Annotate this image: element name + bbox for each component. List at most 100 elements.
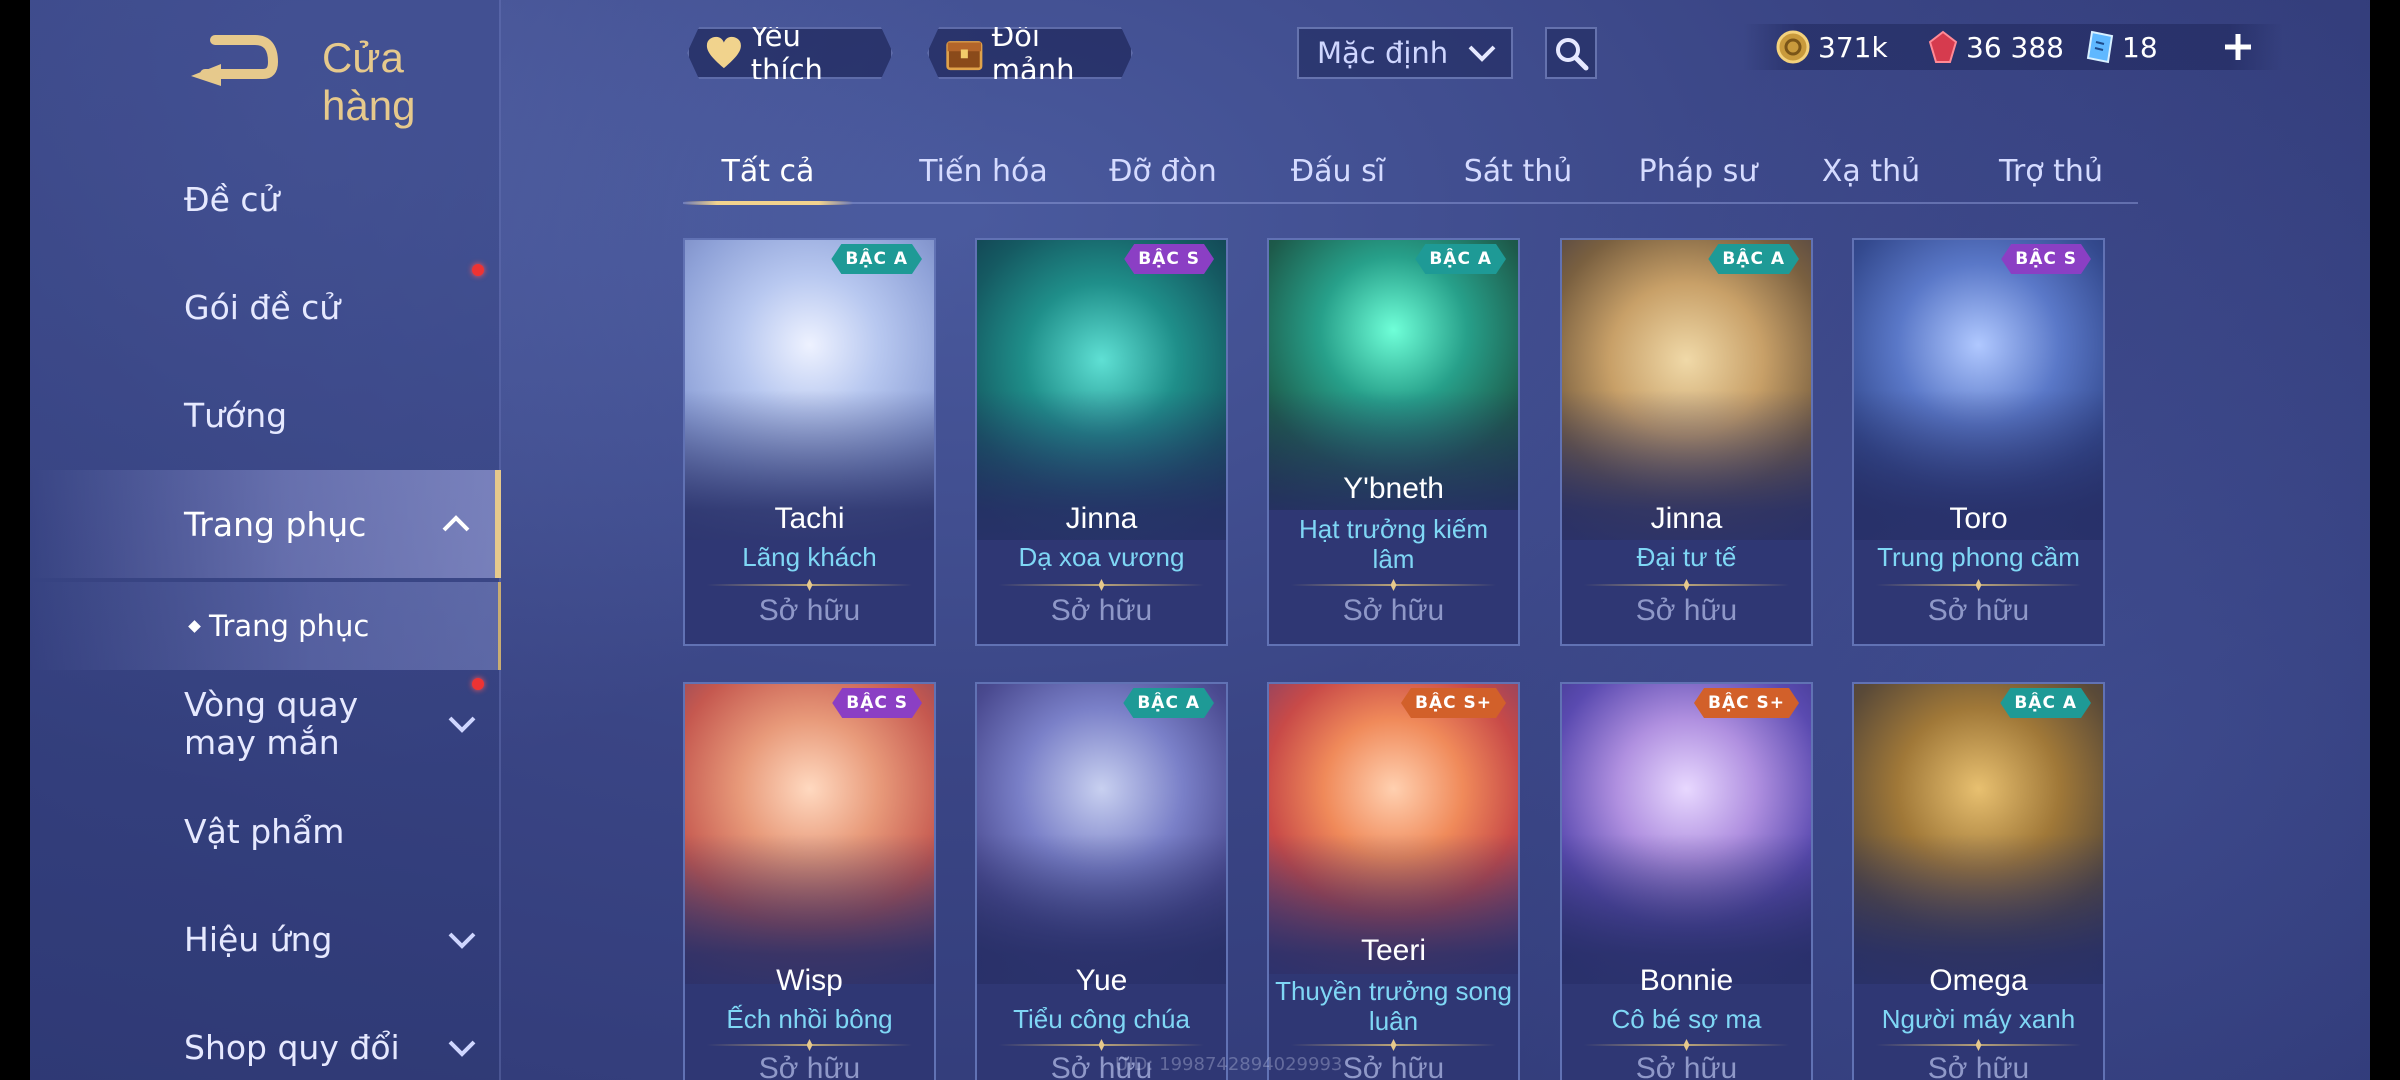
tab-all[interactable]: Tất cả	[683, 140, 853, 205]
skin-name: Hạt trưởng kiếm lâm	[1298, 514, 1489, 574]
skin-card[interactable]: BẬC S+ Teeri Thuyền trưởng song luân Sở …	[1267, 682, 1520, 1080]
sidebar-item-effects[interactable]: Hiệu ứng	[30, 892, 501, 987]
favorites-button[interactable]: Yêu thích	[687, 27, 893, 79]
favorites-label: Yêu thích	[750, 19, 823, 87]
skin-card[interactable]: BẬC S+ Bonnie Cô bé sợ ma Sở hữu	[1560, 682, 1813, 1080]
search-icon	[1556, 38, 1589, 71]
sidebar-item-label: Shop quy đổi	[184, 1028, 400, 1067]
currency-bar: 371k 36 388 18	[1743, 24, 2283, 70]
tab-label: Đấu sĩ	[1290, 153, 1386, 189]
tier-badge: BẬC A	[1123, 688, 1214, 718]
sidebar-item-exchange-shop[interactable]: Shop quy đổi	[30, 1000, 501, 1080]
tab-evolution[interactable]: Tiến hóa	[896, 140, 1071, 202]
sort-dropdown[interactable]: Mặc định	[1297, 27, 1513, 79]
owned-status: Sở hữu	[1635, 1052, 1738, 1080]
ruby-balance: 36 388	[1928, 24, 2064, 70]
owned-status: Sở hữu	[1635, 594, 1738, 627]
voucher-value: 18	[2122, 30, 2158, 64]
skin-name: Dạ xoa vương	[1018, 542, 1185, 572]
sidebar: Cửa hàng Đề cử Gói đề cử Tướng Trang phụ…	[30, 0, 501, 1080]
tier-badge: BẬC S+	[1401, 688, 1506, 718]
skin-card[interactable]: BẬC S Toro Trung phong cầm Sở hữu	[1852, 238, 2105, 646]
plus-icon	[2225, 34, 2251, 60]
add-currency-button[interactable]	[2215, 24, 2261, 70]
skin-card[interactable]: BẬC S Wisp Ếch nhồi bông Sở hữu	[683, 682, 936, 1080]
exchange-fragments-button[interactable]: Đổi mảnh	[927, 27, 1133, 79]
sidebar-item-label: Đề cử	[184, 180, 280, 219]
sidebar-item-label: Trang phục	[184, 504, 367, 544]
gold-value: 371k	[1818, 30, 1888, 64]
tab-tank[interactable]: Đỡ đòn	[1078, 140, 1248, 202]
hero-name: Wisp	[776, 964, 843, 997]
owned-status: Sở hữu	[1927, 1052, 2030, 1080]
page-title: Cửa hàng	[322, 34, 416, 129]
tab-label: Pháp sư	[1638, 153, 1758, 189]
gold-balance: 371k	[1776, 24, 1888, 70]
ruby-value: 36 388	[1966, 30, 2064, 64]
skin-card[interactable]: BẬC A Yue Tiểu công chúa Sở hữu	[975, 682, 1228, 1080]
tier-badge: BẬC A	[831, 244, 922, 274]
tier-badge: BẬC S	[832, 688, 922, 718]
chevron-down-icon	[1468, 45, 1496, 62]
hero-name: Yue	[1075, 964, 1128, 997]
owned-status: Sở hữu	[1927, 594, 2030, 627]
skin-name: Thuyền trưởng song luân	[1275, 976, 1512, 1036]
sidebar-item-featured-packs[interactable]: Gói đề cử	[30, 260, 501, 355]
hero-name: Jinna	[1065, 502, 1138, 535]
skin-name: Cô bé sợ ma	[1611, 1004, 1762, 1034]
tier-badge: BẬC A	[1415, 244, 1506, 274]
tier-badge: BẬC S	[2001, 244, 2091, 274]
hero-name: Omega	[1929, 964, 2028, 997]
owned-status: Sở hữu	[1050, 594, 1153, 627]
chevron-up-icon	[442, 515, 470, 532]
sidebar-item-lucky-wheel[interactable]: Vòng quay may mắn	[30, 674, 501, 774]
tab-fighter[interactable]: Đấu sĩ	[1253, 140, 1423, 202]
shop-screen: Cửa hàng Đề cử Gói đề cử Tướng Trang phụ…	[30, 0, 2370, 1080]
back-button[interactable]	[185, 30, 280, 90]
notification-dot	[472, 264, 484, 276]
skin-card[interactable]: BẬC S Jinna Dạ xoa vương Sở hữu	[975, 238, 1228, 646]
hero-name: Jinna	[1650, 502, 1723, 535]
sidebar-item-label: Tướng	[184, 396, 288, 435]
hero-name: Y'bneth	[1343, 472, 1444, 505]
chevron-down-icon	[448, 716, 476, 733]
tab-label: Xạ thủ	[1821, 153, 1921, 189]
sidebar-subitem-skins[interactable]: Trang phục	[30, 582, 501, 670]
tab-label: Đỡ đòn	[1109, 153, 1217, 189]
tab-label: Trợ thủ	[1999, 153, 2103, 189]
skin-card[interactable]: BẬC A Jinna Đại tư tế Sở hữu	[1560, 238, 1813, 646]
skin-card[interactable]: BẬC A Omega Người máy xanh Sở hữu	[1852, 682, 2105, 1080]
chevron-down-icon	[448, 932, 476, 949]
tier-badge: BẬC S	[1124, 244, 1214, 274]
sidebar-item-featured[interactable]: Đề cử	[30, 152, 501, 247]
sidebar-item-label: Hiệu ứng	[184, 920, 333, 959]
tab-label: Sát thủ	[1463, 153, 1573, 189]
owned-status: Sở hữu	[758, 594, 861, 627]
tab-mage[interactable]: Pháp sư	[1613, 140, 1783, 202]
voucher-icon	[2086, 30, 2114, 64]
search-button[interactable]	[1545, 27, 1597, 79]
skin-card[interactable]: BẬC A Y'bneth Hạt trưởng kiếm lâm Sở hữu	[1267, 238, 1520, 646]
heart-icon	[705, 35, 743, 71]
skin-name: Lãng khách	[742, 542, 877, 572]
sidebar-item-heroes[interactable]: Tướng	[30, 368, 501, 463]
sidebar-item-label: Vòng quay may mắn	[184, 685, 359, 762]
tab-label: Tiến hóa	[919, 153, 1048, 189]
exchange-label: Đổi mảnh	[991, 19, 1075, 87]
sort-value: Mặc định	[1317, 36, 1449, 70]
sidebar-item-skins[interactable]: Trang phục	[30, 470, 501, 578]
hero-name: Tachi	[774, 502, 845, 535]
skin-name: Ếch nhồi bông	[726, 1004, 893, 1034]
tier-badge: BẬC S+	[1694, 688, 1799, 718]
tab-assassin[interactable]: Sát thủ	[1433, 140, 1603, 202]
ruby-icon	[1928, 30, 1958, 63]
skin-card[interactable]: BẬC A Tachi Lãng khách Sở hữu	[683, 238, 936, 646]
owned-status: Sở hữu	[758, 1052, 861, 1080]
skin-name: Trung phong cầm	[1877, 542, 2080, 572]
sidebar-item-items[interactable]: Vật phẩm	[30, 784, 501, 879]
tab-marksman[interactable]: Xạ thủ	[1786, 140, 1956, 202]
hero-name: Bonnie	[1639, 964, 1734, 997]
hero-name: Teeri	[1360, 934, 1427, 967]
skin-name: Người máy xanh	[1881, 1004, 2076, 1034]
tab-support[interactable]: Trợ thủ	[1966, 140, 2136, 202]
